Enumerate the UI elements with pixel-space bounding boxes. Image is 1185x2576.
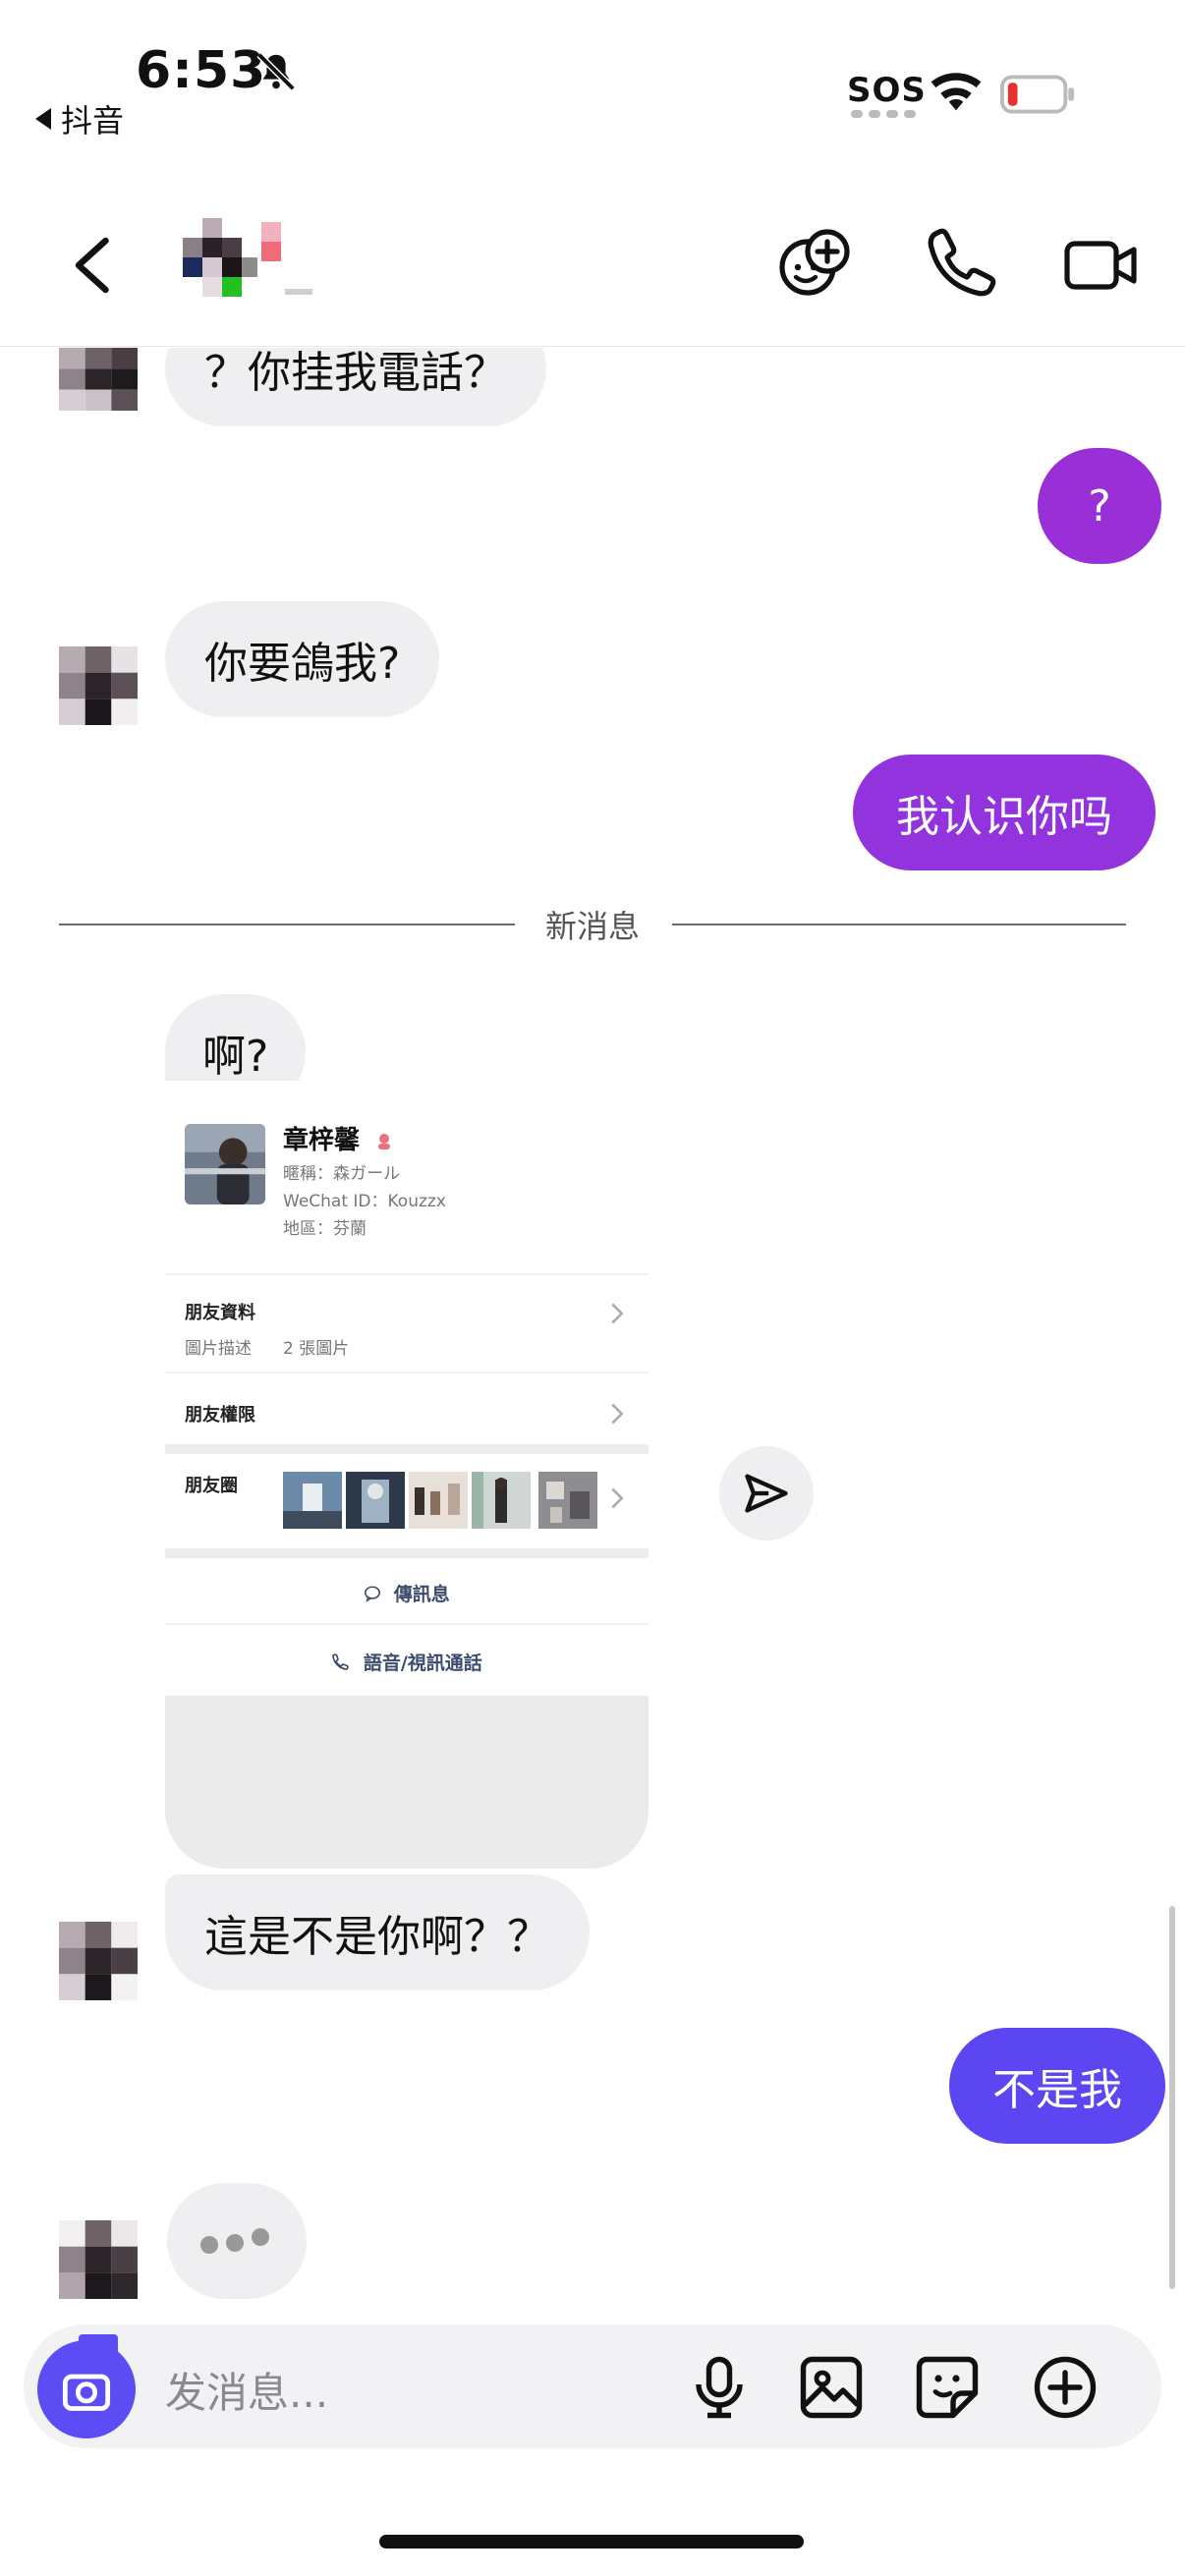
card-blank-area [165, 1696, 649, 1869]
message-input[interactable]: 发消息... [165, 2360, 328, 2420]
card-section-gap [165, 1548, 649, 1558]
profile-wechat-id: WeChat ID：Kouzzx [283, 1192, 446, 1211]
scrollbar[interactable] [1169, 1906, 1175, 2289]
moments-row: 朋友圈 [185, 1476, 238, 1496]
card-separator [165, 1273, 649, 1275]
moments-thumbnail [472, 1472, 531, 1529]
profile-photo [185, 1124, 265, 1204]
back-app-label: 抖音 [61, 102, 125, 140]
outgoing-bubble: 我认识你吗 [853, 755, 1156, 870]
sender-avatar-blurred[interactable] [59, 646, 138, 725]
add-friend-group-icon[interactable] [776, 224, 855, 303]
divider-line-right [672, 924, 1126, 925]
message-text: ？你挂我電話？ [204, 348, 507, 398]
status-time: 6:53 [136, 41, 267, 100]
chat-bubble-icon [365, 1586, 381, 1602]
sender-avatar-blurred[interactable] [59, 348, 138, 411]
card-separator [165, 1623, 649, 1625]
new-messages-divider: 新消息 [544, 908, 640, 945]
chevron-right-icon [611, 1303, 624, 1324]
battery-icon [1000, 75, 1075, 114]
incoming-bubble: 這是不是你啊？？ [165, 1875, 590, 1990]
voice-video-call-action: 語音/視訊通話 [165, 1649, 649, 1675]
moments-thumbnail [538, 1472, 597, 1529]
photo-desc-label: 圖片描述 [185, 1339, 252, 1359]
friend-permission-row: 朋友權限 [185, 1405, 255, 1426]
moments-thumbnail [346, 1472, 405, 1529]
message-text: 你要鴿我? [204, 639, 401, 689]
photo-desc-value: 2 張圖片 [283, 1339, 350, 1359]
paper-plane-icon [745, 1474, 788, 1513]
phone-call-icon[interactable] [922, 224, 1000, 303]
outgoing-bubble: ? [1038, 448, 1161, 564]
signal-dots [851, 110, 916, 118]
typing-dot [226, 2234, 244, 2252]
moments-thumbnail [409, 1472, 468, 1529]
typing-dot [252, 2228, 269, 2246]
chevron-right-icon [611, 1487, 624, 1509]
friend-profile-row: 朋友資料 [185, 1303, 255, 1323]
microphone-icon[interactable] [684, 2352, 755, 2423]
gender-female-icon [378, 1133, 391, 1149]
back-arrow-icon[interactable] [69, 236, 118, 295]
incoming-bubble: ？你挂我電話？ [165, 348, 546, 426]
divider-line-left [59, 924, 515, 925]
incoming-bubble: 你要鴿我? [165, 601, 440, 717]
sender-avatar-blurred[interactable] [59, 1922, 138, 2000]
card-section-gap [165, 1444, 649, 1454]
sos-indicator: SOS [847, 71, 927, 110]
message-text: 我认识你吗 [896, 792, 1112, 842]
message-text: 啊? [202, 1032, 269, 1082]
card-separator [165, 1372, 649, 1373]
wifi-icon [931, 73, 982, 111]
profile-name: 章梓馨 [283, 1120, 394, 1156]
image-icon[interactable] [796, 2352, 867, 2423]
outgoing-bubble: 不是我 [949, 2028, 1165, 2144]
back-triangle-icon [35, 108, 51, 130]
contact-avatar-blurred[interactable] [175, 210, 371, 318]
message-text: ? [1088, 480, 1111, 532]
bell-slash-icon [256, 52, 296, 91]
moments-thumbnail [283, 1472, 342, 1529]
typing-dot [200, 2236, 218, 2254]
plus-circle-icon[interactable] [1030, 2352, 1100, 2423]
message-text: 不是我 [992, 2065, 1122, 2115]
chevron-right-icon [611, 1403, 624, 1425]
profile-region: 地區：芬蘭 [283, 1219, 367, 1239]
video-call-icon[interactable] [1061, 224, 1140, 303]
call-icon [332, 1653, 350, 1670]
home-indicator[interactable] [379, 2535, 804, 2548]
profile-nickname: 暱稱：森ガール [283, 1164, 400, 1184]
sticker-icon[interactable] [912, 2352, 983, 2423]
send-message-action: 傳訊息 [165, 1580, 649, 1606]
sender-avatar-blurred[interactable] [59, 2220, 138, 2299]
camera-icon [62, 2374, 111, 2411]
message-row-cut: ？你挂我電話？ [0, 348, 1185, 426]
back-to-app-link[interactable]: 抖音 [35, 96, 124, 141]
message-text: 這是不是你啊？？ [204, 1912, 550, 1962]
